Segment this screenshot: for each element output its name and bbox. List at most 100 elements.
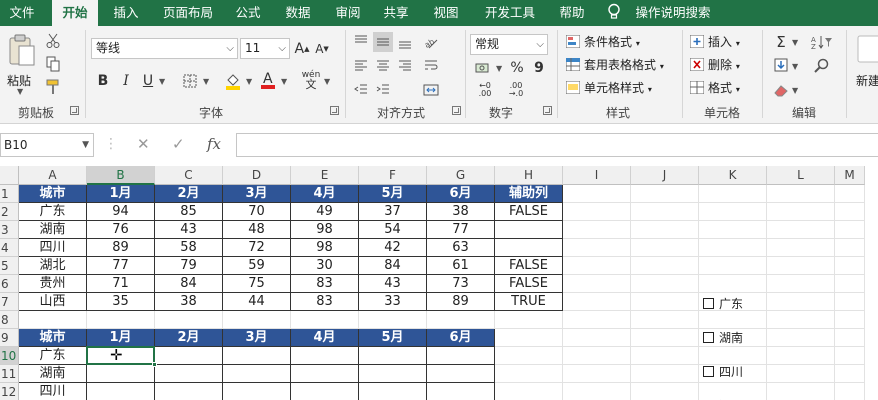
grid-cell[interactable]: [835, 257, 865, 275]
table-cell[interactable]: 63: [427, 239, 495, 257]
table-header-cell[interactable]: 1月: [87, 185, 155, 203]
table-cell[interactable]: 湖南: [19, 365, 87, 383]
table-cell[interactable]: 89: [87, 239, 155, 257]
table-cell[interactable]: 61: [427, 257, 495, 275]
fill-color-dropdown-icon[interactable]: ▼: [246, 77, 252, 86]
table-cell[interactable]: [223, 365, 291, 383]
table-header-cell[interactable]: 5月: [359, 329, 427, 347]
insert-function-button[interactable]: fx: [207, 133, 221, 157]
fill-button[interactable]: [772, 56, 790, 76]
table-header-cell[interactable]: 5月: [359, 185, 427, 203]
grid-cell[interactable]: [699, 257, 767, 275]
grid-cell[interactable]: [699, 275, 767, 293]
table-cell[interactable]: FALSE: [495, 275, 563, 293]
table-header-cell[interactable]: 1月: [87, 329, 155, 347]
table-cell[interactable]: 广东: [19, 347, 87, 365]
row-header-1[interactable]: 1: [0, 185, 19, 203]
tab-review[interactable]: 审阅: [328, 0, 368, 26]
format-painter-icon[interactable]: [44, 78, 62, 96]
grid-cell[interactable]: [835, 329, 865, 347]
table-cell[interactable]: 70: [223, 203, 291, 221]
table-cell[interactable]: 83: [291, 275, 359, 293]
font-name-select[interactable]: 等线 ⌵: [91, 38, 238, 59]
table-cell[interactable]: [155, 347, 223, 365]
table-cell[interactable]: 77: [87, 257, 155, 275]
table-cell[interactable]: [155, 383, 223, 400]
table-cell[interactable]: [87, 383, 155, 400]
fill-handle[interactable]: [152, 362, 157, 367]
table-cell[interactable]: 43: [155, 221, 223, 239]
grid-cell[interactable]: [767, 203, 835, 221]
table-cell[interactable]: [427, 383, 495, 400]
formula-input[interactable]: [236, 133, 878, 157]
grid-cell[interactable]: [563, 347, 631, 365]
font-size-select[interactable]: 11 ⌵: [240, 38, 290, 59]
table-header-cell[interactable]: 3月: [223, 185, 291, 203]
table-cell[interactable]: [427, 365, 495, 383]
table-cell[interactable]: 98: [291, 221, 359, 239]
table-cell[interactable]: 71: [87, 275, 155, 293]
table-header-cell[interactable]: 4月: [291, 185, 359, 203]
grid-cell[interactable]: [631, 347, 699, 365]
tab-formulas[interactable]: 公式: [228, 0, 268, 26]
column-header-b[interactable]: B: [87, 166, 155, 185]
grid-cell[interactable]: [767, 293, 835, 311]
table-cell[interactable]: 94: [87, 203, 155, 221]
grid-cell[interactable]: [631, 311, 699, 329]
table-cell[interactable]: 山西: [19, 293, 87, 311]
table-header-cell[interactable]: 城市: [19, 329, 87, 347]
checkbox-3[interactable]: 四川: [703, 364, 743, 380]
grid-cell[interactable]: [767, 329, 835, 347]
grid-cell[interactable]: [563, 239, 631, 257]
table-cell[interactable]: [155, 365, 223, 383]
grid-cell[interactable]: [835, 275, 865, 293]
table-cell[interactable]: 85: [155, 203, 223, 221]
table-cell[interactable]: 38: [155, 293, 223, 311]
grid-cell[interactable]: [495, 311, 563, 329]
tab-view[interactable]: 视图: [424, 0, 468, 26]
grid-cell[interactable]: [427, 311, 495, 329]
column-header-i[interactable]: I: [563, 166, 631, 185]
grid-cell[interactable]: [495, 347, 563, 365]
grid-cell[interactable]: [631, 293, 699, 311]
tab-data[interactable]: 数据: [276, 0, 320, 26]
table-cell[interactable]: 77: [427, 221, 495, 239]
table-cell[interactable]: [495, 221, 563, 239]
grid-cell[interactable]: [631, 329, 699, 347]
column-header-l[interactable]: L: [767, 166, 835, 185]
grid-cell[interactable]: [767, 365, 835, 383]
comma-button[interactable]: 9: [530, 58, 548, 78]
grid-cell[interactable]: [767, 311, 835, 329]
increase-decimal-button[interactable]: ←0.00: [472, 80, 498, 100]
grid-cell[interactable]: [155, 311, 223, 329]
grid-cell[interactable]: [767, 383, 835, 400]
grid-cell[interactable]: [835, 365, 865, 383]
table-header-cell[interactable]: 2月: [155, 329, 223, 347]
accounting-format-icon[interactable]: [472, 58, 494, 78]
table-cell[interactable]: 48: [223, 221, 291, 239]
table-header-cell[interactable]: 2月: [155, 185, 223, 203]
grid-cell[interactable]: [495, 329, 563, 347]
grid-cell[interactable]: [767, 275, 835, 293]
tell-me-search[interactable]: 操作说明搜索: [630, 0, 716, 26]
row-header-11[interactable]: 11: [0, 365, 19, 383]
grid-cell[interactable]: [563, 257, 631, 275]
grid-cell[interactable]: [563, 203, 631, 221]
table-header-cell[interactable]: 城市: [19, 185, 87, 203]
table-header-cell[interactable]: 辅助列: [495, 185, 563, 203]
insert-cells-button[interactable]: 插入 ▾: [689, 32, 740, 52]
grid-cell[interactable]: [767, 257, 835, 275]
decrease-font-button[interactable]: A ▼: [314, 40, 330, 58]
font-color-button[interactable]: A: [258, 68, 278, 92]
phonetic-dropdown-icon[interactable]: ▼: [324, 77, 330, 86]
grid-cell[interactable]: [835, 293, 865, 311]
align-bottom-icon[interactable]: [395, 32, 415, 52]
clear-button[interactable]: [772, 80, 790, 100]
grid-cell[interactable]: [835, 185, 865, 203]
grid-cell[interactable]: [19, 311, 87, 329]
column-header-e[interactable]: E: [291, 166, 359, 185]
format-as-table-button[interactable]: 套用表格格式 ▾: [565, 55, 664, 75]
table-cell[interactable]: 75: [223, 275, 291, 293]
decrease-decimal-button[interactable]: .00 →.0: [503, 80, 529, 100]
table-cell[interactable]: 30: [291, 257, 359, 275]
